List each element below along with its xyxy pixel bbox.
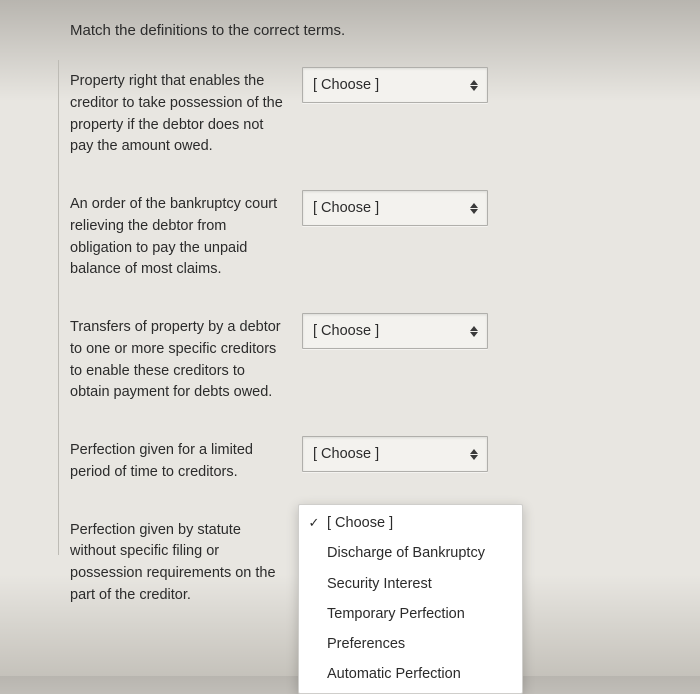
option-label: Discharge of Bankruptcy xyxy=(327,543,512,563)
option-label: Temporary Perfection xyxy=(327,604,512,624)
question-row: Transfers of property by a debtor to one… xyxy=(70,313,650,404)
select-value: [ Choose ] xyxy=(313,77,379,93)
answer-select[interactable]: [ Choose ] xyxy=(302,313,488,349)
dropdown-option-choose[interactable]: ✓ [ Choose ] xyxy=(299,508,522,538)
definition-text: Transfers of property by a debtor to one… xyxy=(70,313,288,404)
option-label: Automatic Perfection xyxy=(327,664,512,684)
instruction-text: Match the definitions to the correct ter… xyxy=(70,22,650,39)
updown-icon xyxy=(469,447,479,461)
question-row: Property right that enables the creditor… xyxy=(70,67,650,158)
definition-text: An order of the bankruptcy court relievi… xyxy=(70,190,288,281)
answer-dropdown-menu: ✓ [ Choose ] Discharge of Bankruptcy Sec… xyxy=(298,504,523,694)
updown-icon xyxy=(469,201,479,215)
updown-icon xyxy=(469,78,479,92)
definition-text: Property right that enables the creditor… xyxy=(70,67,288,158)
question-row: An order of the bankruptcy court relievi… xyxy=(70,190,650,281)
question-row: Perfection given for a limited period of… xyxy=(70,436,650,484)
definition-text: Perfection given for a limited period of… xyxy=(70,436,288,484)
dropdown-option-security[interactable]: Security Interest xyxy=(299,569,522,599)
answer-select[interactable]: [ Choose ] xyxy=(302,436,488,472)
answer-select[interactable]: [ Choose ] xyxy=(302,67,488,103)
dropdown-option-temporary[interactable]: Temporary Perfection xyxy=(299,599,522,629)
option-label: [ Choose ] xyxy=(327,513,512,533)
definition-text: Perfection given by statute without spec… xyxy=(70,516,288,607)
option-label: Preferences xyxy=(327,634,512,654)
select-value: [ Choose ] xyxy=(313,446,379,462)
updown-icon xyxy=(469,324,479,338)
select-value: [ Choose ] xyxy=(313,323,379,339)
check-icon: ✓ xyxy=(307,514,321,532)
answer-select[interactable]: [ Choose ] xyxy=(302,190,488,226)
dropdown-option-discharge[interactable]: Discharge of Bankruptcy xyxy=(299,538,522,568)
select-value: [ Choose ] xyxy=(313,200,379,216)
vertical-divider xyxy=(58,60,59,555)
dropdown-option-automatic[interactable]: Automatic Perfection xyxy=(299,659,522,689)
option-label: Security Interest xyxy=(327,574,512,594)
dropdown-option-preferences[interactable]: Preferences xyxy=(299,629,522,659)
